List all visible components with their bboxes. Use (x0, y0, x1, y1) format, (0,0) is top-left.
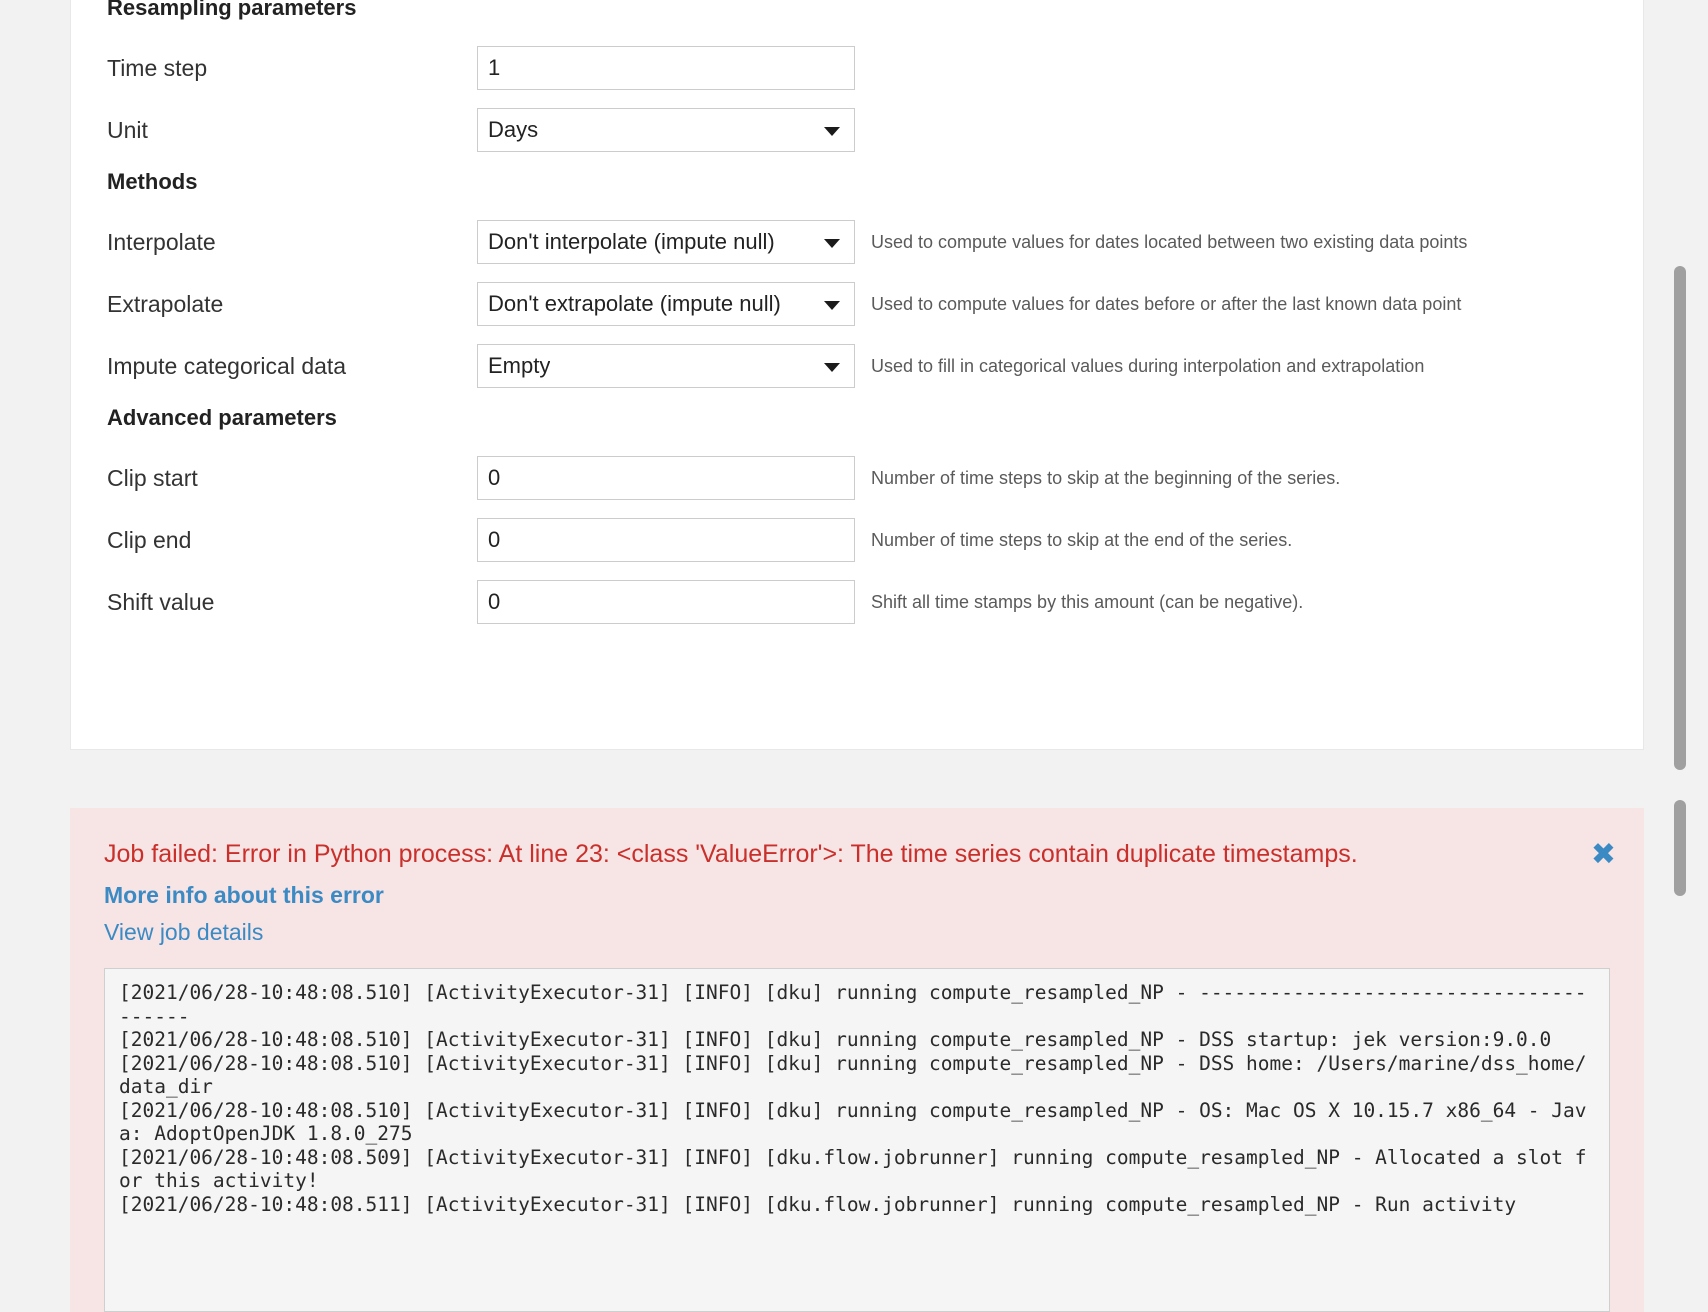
field-row-time-step: Time step 1 (107, 44, 1607, 92)
job-log-box[interactable]: [2021/06/28-10:48:08.510] [ActivityExecu… (104, 968, 1610, 1312)
time-step-value: 1 (488, 55, 501, 80)
section-title-methods: Methods (107, 169, 198, 194)
impute-categorical-value: Empty (488, 353, 551, 378)
more-info-link[interactable]: More info about this error (104, 882, 1610, 909)
label-impute-categorical: Impute categorical data (107, 353, 347, 379)
view-job-details-link[interactable]: View job details (104, 919, 1610, 946)
field-row-clip-end: Clip end 0 Number of time steps to skip … (107, 516, 1607, 564)
impute-categorical-select[interactable]: Empty (477, 344, 855, 388)
clip-end-value: 0 (488, 527, 501, 552)
error-banner: ✖ Job failed: Error in Python process: A… (70, 808, 1644, 1312)
chevron-down-icon (824, 127, 840, 136)
label-shift-value: Shift value (107, 589, 215, 615)
resampling-settings-panel: Resampling parameters Time step 1 Unit D… (70, 0, 1644, 750)
clip-end-input[interactable]: 0 (477, 518, 855, 562)
chevron-down-icon (824, 301, 840, 310)
chevron-down-icon (824, 239, 840, 248)
help-extrapolate: Used to compute values for dates before … (871, 294, 1462, 314)
time-step-input[interactable]: 1 (477, 46, 855, 90)
shift-value-input[interactable]: 0 (477, 580, 855, 624)
help-clip-end: Number of time steps to skip at the end … (871, 530, 1293, 550)
field-row-shift-value: Shift value 0 Shift all time stamps by t… (107, 578, 1607, 626)
error-message: Job failed: Error in Python process: At … (104, 840, 1358, 868)
extrapolate-select[interactable]: Don't extrapolate (impute null) (477, 282, 855, 326)
field-row-unit: Unit Days (107, 106, 1607, 154)
error-panel-scrollbar-thumb[interactable] (1674, 800, 1686, 896)
interpolate-select[interactable]: Don't interpolate (impute null) (477, 220, 855, 264)
label-unit: Unit (107, 117, 148, 143)
field-row-extrapolate: Extrapolate Don't extrapolate (impute nu… (107, 280, 1607, 328)
field-row-interpolate: Interpolate Don't interpolate (impute nu… (107, 218, 1607, 266)
field-row-clip-start: Clip start 0 Number of time steps to ski… (107, 454, 1607, 502)
label-time-step: Time step (107, 55, 208, 81)
help-impute-categorical: Used to fill in categorical values durin… (871, 356, 1425, 376)
interpolate-value: Don't interpolate (impute null) (488, 229, 775, 254)
extrapolate-value: Don't extrapolate (impute null) (488, 291, 781, 316)
help-interpolate: Used to compute values for dates located… (871, 232, 1468, 252)
label-extrapolate: Extrapolate (107, 291, 224, 317)
shift-value-value: 0 (488, 589, 501, 614)
close-icon[interactable]: ✖ (1591, 840, 1616, 870)
clip-start-input[interactable]: 0 (477, 456, 855, 500)
scrollbar-track (1644, 0, 1708, 1220)
clip-start-value: 0 (488, 465, 501, 490)
unit-value: Days (488, 117, 539, 142)
help-clip-start: Number of time steps to skip at the begi… (871, 468, 1341, 488)
help-shift-value: Shift all time stamps by this amount (ca… (871, 592, 1304, 612)
label-interpolate: Interpolate (107, 229, 216, 255)
section-title-resampling: Resampling parameters (107, 0, 357, 20)
section-title-advanced: Advanced parameters (107, 405, 337, 430)
label-clip-start: Clip start (107, 465, 198, 491)
label-clip-end: Clip end (107, 527, 192, 553)
unit-select[interactable]: Days (477, 108, 855, 152)
field-row-impute-categorical: Impute categorical data Empty Used to fi… (107, 342, 1607, 390)
page-scrollbar-thumb[interactable] (1674, 266, 1686, 770)
chevron-down-icon (824, 363, 840, 372)
job-log-text: [2021/06/28-10:48:08.510] [ActivityExecu… (119, 981, 1587, 1216)
